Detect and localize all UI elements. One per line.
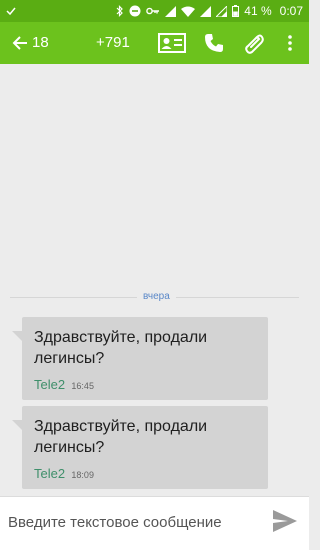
battery-icon xyxy=(232,5,240,17)
message-text: Здравствуйте, продали легинсы? xyxy=(34,418,208,456)
paperclip-icon[interactable] xyxy=(240,22,268,64)
message-composer: Введите текстовое сообщение xyxy=(0,496,309,550)
conversation-toolbar: 18 +791 xyxy=(0,22,309,64)
message-sender: Tele2 xyxy=(34,377,66,392)
do-not-disturb-icon xyxy=(129,5,141,17)
bluetooth-icon xyxy=(116,5,124,17)
battery-percent: 41 % xyxy=(244,4,272,18)
signal-icon xyxy=(216,5,228,17)
signal-icon xyxy=(165,5,177,17)
contact-number[interactable]: +791 xyxy=(96,34,130,51)
message-time: 16:45 xyxy=(71,381,94,391)
phone-icon[interactable] xyxy=(200,22,228,64)
message-bubble[interactable]: Здравствуйте, продали легинсы? Tele2 16:… xyxy=(12,317,268,400)
check-icon xyxy=(6,6,16,16)
message-text: Здравствуйте, продали легинсы? xyxy=(34,329,208,367)
message-sender: Tele2 xyxy=(34,466,66,481)
clock: 0:07 xyxy=(279,4,303,18)
message-time: 18:09 xyxy=(71,470,94,480)
contact-name[interactable]: 18 xyxy=(32,34,49,51)
contact-card-icon[interactable] xyxy=(156,22,188,64)
more-vert-icon[interactable] xyxy=(280,22,300,64)
send-icon[interactable] xyxy=(272,509,298,538)
signal-icon xyxy=(200,5,212,17)
message-bubble[interactable]: Здравствуйте, продали легинсы? Tele2 18:… xyxy=(12,406,268,489)
wifi-icon xyxy=(181,6,196,17)
message-input[interactable]: Введите текстовое сообщение xyxy=(8,514,222,531)
date-divider: вчера xyxy=(137,291,176,302)
status-bar: 41 % 0:07 xyxy=(0,0,309,22)
message-list[interactable]: вчера Здравствуйте, продали легинсы? Tel… xyxy=(0,64,309,496)
key-icon xyxy=(146,7,160,15)
